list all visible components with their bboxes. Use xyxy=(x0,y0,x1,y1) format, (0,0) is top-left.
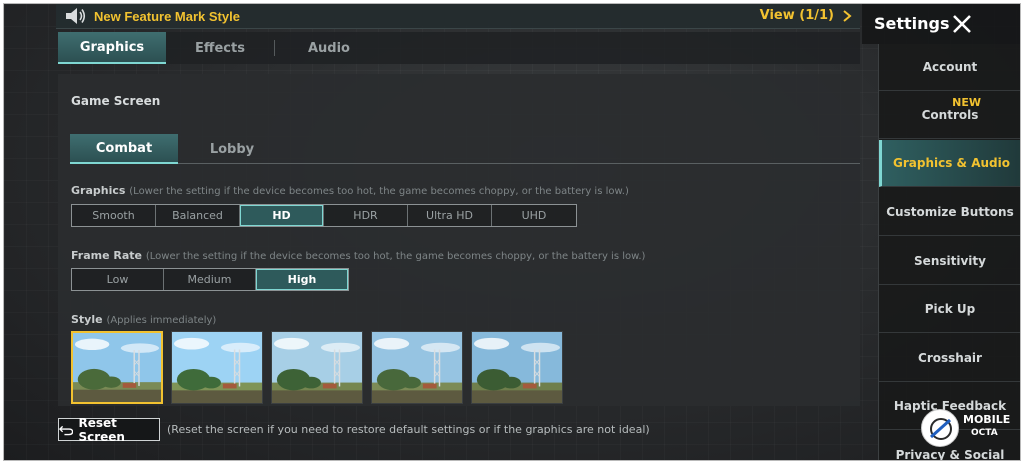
new-badge: NEW xyxy=(952,96,981,109)
game-screen-subtabs: Combat Lobby xyxy=(70,134,860,164)
undo-icon xyxy=(59,425,74,435)
style-label-text: Style xyxy=(71,313,103,326)
graphics-option-hd[interactable]: HD xyxy=(240,205,324,226)
graphics-option-smooth[interactable]: Smooth xyxy=(72,205,156,226)
tab-graphics[interactable]: Graphics xyxy=(58,32,166,64)
graphics-option-uhd[interactable]: UHD xyxy=(492,205,576,226)
frame-rate-option-high[interactable]: High xyxy=(256,269,348,290)
graphics-quality-selector: Smooth Balanced HD HDR Ultra HD UHD xyxy=(71,204,577,227)
frame-rate-option-low[interactable]: Low xyxy=(72,269,164,290)
reset-screen-hint: (Reset the screen if you need to restore… xyxy=(167,423,650,436)
sidebar-item-pick-up[interactable]: Pick Up xyxy=(879,286,1020,333)
style-thumbnail-2[interactable] xyxy=(171,331,263,404)
sidebar-item-customize-buttons[interactable]: Customize Buttons xyxy=(879,189,1020,236)
graphics-panel: Game Screen Combat Lobby Graphics (Lower… xyxy=(58,74,860,406)
graphics-option-hdr[interactable]: HDR xyxy=(324,205,408,226)
landscape-image xyxy=(372,332,462,403)
style-thumbnails xyxy=(71,331,563,404)
frame-rate-hint: (Lower the setting if the device becomes… xyxy=(145,251,646,262)
notice-title: New Feature Mark Style xyxy=(94,8,240,24)
settings-tabs: Graphics Effects Audio xyxy=(58,32,860,64)
reset-screen-button[interactable]: Reset Screen xyxy=(58,415,160,444)
view-link[interactable]: View (1/1) xyxy=(760,8,834,23)
sidebar-item-label: Crosshair xyxy=(918,351,982,365)
style-thumbnail-5[interactable] xyxy=(471,331,563,404)
style-thumbnail-3[interactable] xyxy=(271,331,363,404)
graphics-option-ultra-hd[interactable]: Ultra HD xyxy=(408,205,492,226)
watermark-line2: OCTA xyxy=(971,428,998,438)
watermark-line1: MOBILE xyxy=(963,413,1011,426)
style-hint: (Applies immediately) xyxy=(106,315,217,326)
logo-icon xyxy=(929,418,952,440)
sidebar-item-crosshair[interactable]: Crosshair xyxy=(879,335,1020,382)
settings-sidebar: Account Controls NEW Graphics & Audio Cu… xyxy=(878,44,1020,460)
sidebar-item-label: Account xyxy=(922,60,978,74)
tab-label: Effects xyxy=(195,40,245,56)
subtab-combat[interactable]: Combat xyxy=(70,134,178,164)
sidebar-item-label: Sensitivity xyxy=(914,254,986,268)
settings-title: Settings xyxy=(874,14,950,33)
tab-label: Graphics xyxy=(79,39,145,55)
sidebar-item-label: Controls xyxy=(921,108,979,122)
graphics-option-balanced[interactable]: Balanced xyxy=(156,205,240,226)
sidebar-item-graphics-audio[interactable]: Graphics & Audio xyxy=(879,140,1020,187)
style-thumbnail-1[interactable] xyxy=(71,331,163,404)
graphics-label: Graphics (Lower the setting if the devic… xyxy=(71,184,629,197)
game-settings-screen: New Feature Mark Style View (1/1) Graphi… xyxy=(3,3,1021,461)
sidebar-item-account[interactable]: Account xyxy=(879,44,1020,91)
landscape-image xyxy=(172,332,262,403)
sidebar-item-controls[interactable]: Controls NEW xyxy=(879,92,1020,139)
sidebar-item-label: Graphics & Audio xyxy=(893,156,1010,170)
settings-header: Settings xyxy=(862,4,1020,44)
style-thumbnail-4[interactable] xyxy=(371,331,463,404)
frame-rate-label-text: Frame Rate xyxy=(71,249,143,262)
subtab-lobby[interactable]: Lobby xyxy=(178,134,286,164)
sidebar-item-label: Pick Up xyxy=(924,302,976,316)
sidebar-item-label: Customize Buttons xyxy=(886,205,1014,219)
new-feature-notice[interactable]: New Feature Mark Style View (1/1) xyxy=(56,4,860,29)
tab-label: Audio xyxy=(307,40,350,56)
subtab-label: Lobby xyxy=(209,141,255,157)
close-icon[interactable] xyxy=(951,13,973,35)
style-label: Style (Applies immediately) xyxy=(71,313,216,326)
graphics-hint: (Lower the setting if the device becomes… xyxy=(129,186,629,197)
tab-audio[interactable]: Audio xyxy=(275,32,383,64)
frame-rate-selector: Low Medium High xyxy=(71,268,349,291)
watermark-logo xyxy=(921,409,959,447)
tab-effects[interactable]: Effects xyxy=(166,32,274,64)
chevron-right-icon[interactable] xyxy=(842,10,852,22)
frame-rate-option-medium[interactable]: Medium xyxy=(164,269,256,290)
section-title-game-screen: Game Screen xyxy=(71,94,161,108)
reset-screen-label: Reset Screen xyxy=(78,415,125,444)
sidebar-item-sensitivity[interactable]: Sensitivity xyxy=(879,238,1020,285)
landscape-image xyxy=(472,332,562,403)
subtab-label: Combat xyxy=(95,140,153,156)
frame-rate-label: Frame Rate (Lower the setting if the dev… xyxy=(71,249,645,262)
landscape-image xyxy=(272,332,362,403)
landscape-image xyxy=(73,333,161,402)
speaker-icon xyxy=(66,8,86,24)
graphics-label-text: Graphics xyxy=(71,184,126,197)
watermark: MOBILE OCTA xyxy=(921,405,1017,453)
